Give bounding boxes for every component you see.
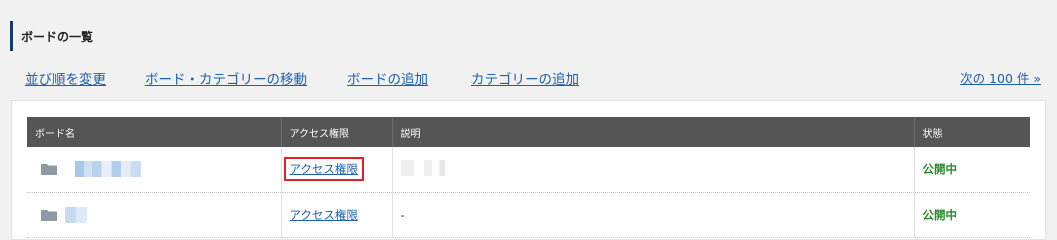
description-text: - xyxy=(400,207,405,222)
board-table: ボード名 アクセス権限 説明 状態 アクセス権限 公開中 アクセス権限 - 公開… xyxy=(27,117,1030,238)
status-cell: 公開中 xyxy=(914,192,1030,238)
section-title-text: ボードの一覧 xyxy=(21,29,94,44)
status-cell: 公開中 xyxy=(914,147,1030,193)
description-cell: - xyxy=(392,192,915,238)
header-status: 状態 xyxy=(914,117,1030,147)
section-title: ボードの一覧 xyxy=(10,21,93,51)
status-badge: 公開中 xyxy=(922,162,958,177)
board-list-panel: ボード名 アクセス権限 説明 状態 アクセス権限 公開中 アクセス権限 - 公開… xyxy=(11,100,1046,240)
header-permission: アクセス権限 xyxy=(281,117,393,147)
folder-icon xyxy=(41,164,57,176)
board-list-page: ボードの一覧 並び順を変更 ボード・カテゴリーの移動 ボードの追加 カテゴリーの… xyxy=(0,0,1057,240)
redacted-description xyxy=(400,159,445,176)
highlighted-permission: アクセス権限 xyxy=(283,157,364,182)
header-description: 説明 xyxy=(392,117,915,147)
table-row: アクセス権限 - 公開中 xyxy=(27,192,1030,238)
board-name-cell[interactable] xyxy=(27,192,282,238)
move-board-category-link[interactable]: ボード・カテゴリーの移動 xyxy=(145,68,307,88)
board-name-cell[interactable] xyxy=(27,147,282,193)
redacted-board-name xyxy=(64,206,87,223)
permission-link[interactable]: アクセス権限 xyxy=(290,208,358,222)
status-badge: 公開中 xyxy=(922,207,958,222)
board-table-header: ボード名 アクセス権限 説明 状態 xyxy=(27,117,1030,147)
reorder-link[interactable]: 並び順を変更 xyxy=(25,68,106,88)
table-row: アクセス権限 公開中 xyxy=(27,147,1030,193)
redacted-board-name xyxy=(74,161,141,178)
header-board-name: ボード名 xyxy=(27,117,282,147)
folder-icon xyxy=(41,209,57,221)
next-page-link[interactable]: 次の 100 件 » xyxy=(960,68,1041,87)
permission-cell: アクセス権限 xyxy=(281,192,393,238)
permission-cell: アクセス権限 xyxy=(281,147,393,193)
permission-link[interactable]: アクセス権限 xyxy=(290,162,358,176)
add-category-link[interactable]: カテゴリーの追加 xyxy=(471,68,579,88)
add-board-link[interactable]: ボードの追加 xyxy=(347,68,428,88)
description-cell xyxy=(392,147,915,193)
